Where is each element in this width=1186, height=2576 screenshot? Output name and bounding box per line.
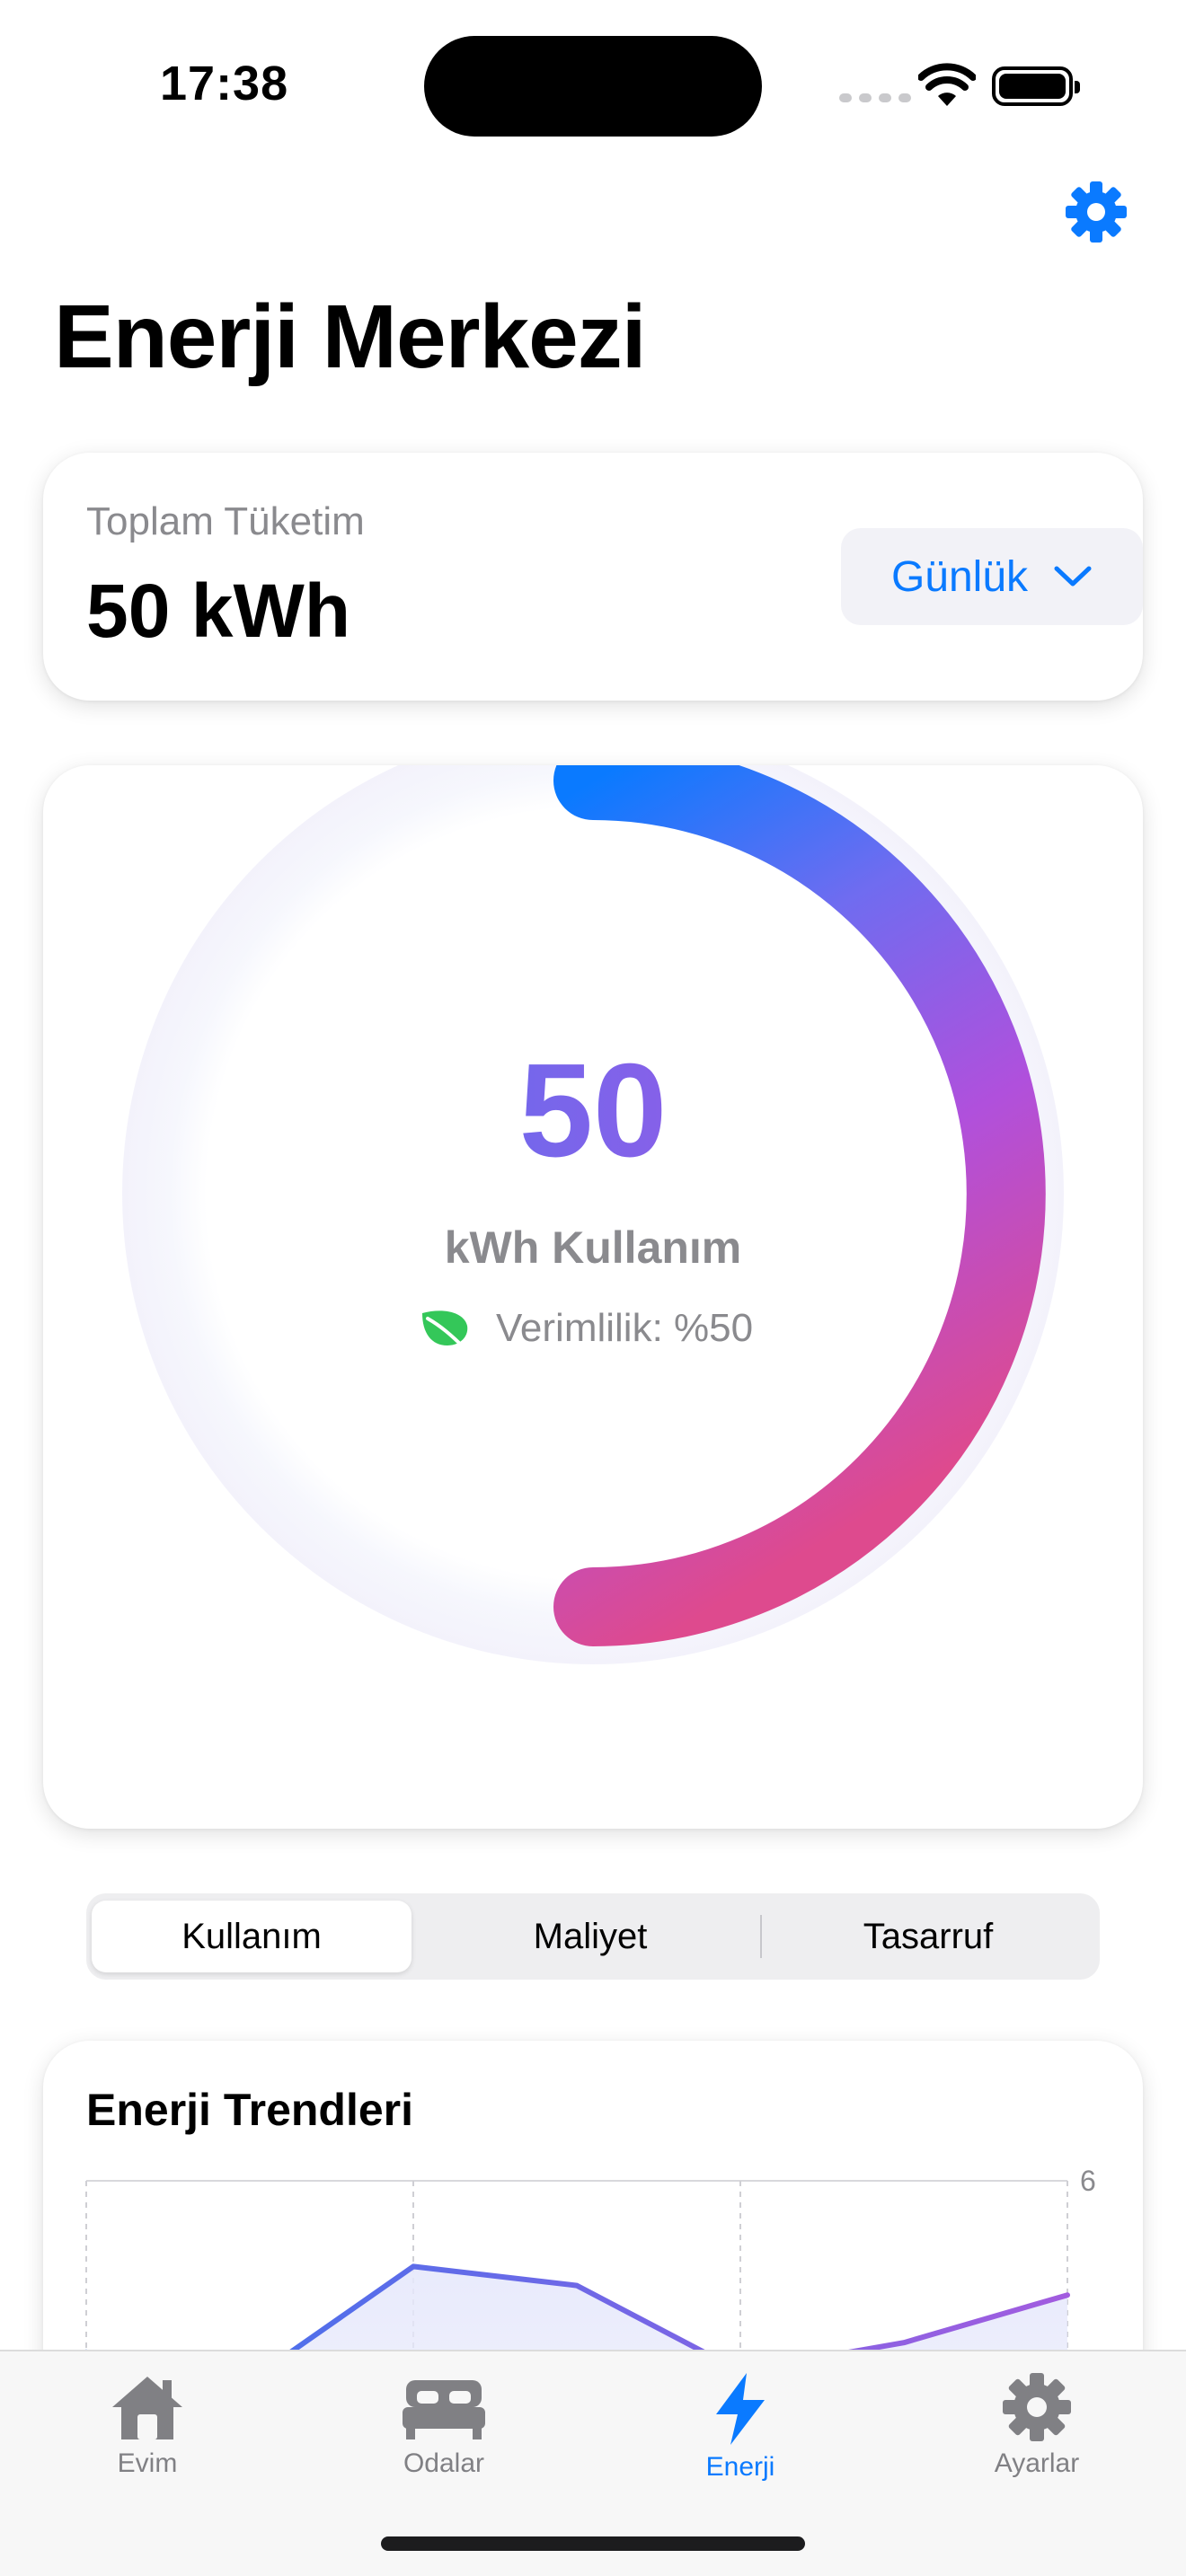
segment-label: Maliyet bbox=[533, 1916, 648, 1956]
dynamic-island bbox=[424, 36, 762, 137]
segment-kullanim[interactable]: Kullanım bbox=[92, 1901, 412, 1972]
gear-icon bbox=[1003, 2373, 1071, 2441]
tab-label: Odalar bbox=[403, 2448, 485, 2478]
usage-gauge bbox=[122, 765, 1064, 1664]
tab-odalar[interactable]: Odalar bbox=[345, 2371, 543, 2479]
tab-evim[interactable]: Evim bbox=[49, 2371, 246, 2479]
gauge-unit-label: kWh Kullanım bbox=[444, 1222, 742, 1273]
house-icon bbox=[112, 2377, 182, 2439]
gauge-value: 50 bbox=[43, 1035, 1143, 1187]
tab-ayarlar[interactable]: Ayarlar bbox=[938, 2371, 1136, 2479]
y-tick-label: 6 bbox=[1080, 2165, 1096, 2197]
total-consumption-card: Toplam Tüketim 50 kWh Günlük bbox=[43, 453, 1143, 701]
bed-icon bbox=[403, 2380, 485, 2439]
total-consumption-value: 50 kWh bbox=[86, 569, 351, 653]
bolt-icon bbox=[716, 2373, 765, 2445]
usage-gauge-card: 50 kWh Kullanım Verimlilik: %50 bbox=[43, 765, 1143, 1829]
tab-label: Ayarlar bbox=[994, 2448, 1080, 2478]
period-picker-button[interactable]: Günlük bbox=[841, 528, 1143, 625]
home-indicator bbox=[381, 2536, 805, 2551]
total-consumption-label: Toplam Tüketim bbox=[86, 499, 365, 543]
tab-label: Evim bbox=[117, 2448, 178, 2478]
energy-screen: 17:38 Enerji Merkezi Toplam Tüketim 50 k… bbox=[0, 0, 1186, 2576]
tab-enerji[interactable]: Enerji bbox=[642, 2371, 839, 2483]
segment-tasarruf[interactable]: Tasarruf bbox=[762, 1893, 1094, 1980]
wifi-icon bbox=[918, 63, 976, 106]
page-title: Enerji Merkezi bbox=[54, 287, 647, 387]
segment-maliyet[interactable]: Maliyet bbox=[424, 1893, 757, 1980]
chevron-down-icon bbox=[1054, 566, 1092, 587]
status-time: 17:38 bbox=[160, 57, 289, 110]
efficiency-label: Verimlilik: %50 bbox=[496, 1306, 754, 1350]
cellular-signal-icon bbox=[839, 93, 911, 102]
gear-icon[interactable] bbox=[1064, 180, 1128, 244]
tab-label: Enerji bbox=[705, 2452, 775, 2482]
metric-segmented-control: Kullanım Maliyet Tasarruf bbox=[86, 1893, 1100, 1980]
period-picker-label: Günlük bbox=[890, 552, 1029, 601]
efficiency-row: Verimlilik: %50 bbox=[419, 1306, 753, 1351]
leaf-icon bbox=[422, 1310, 468, 1351]
segment-label: Tasarruf bbox=[863, 1916, 994, 1956]
segment-label: Kullanım bbox=[181, 1916, 322, 1956]
battery-icon bbox=[992, 66, 1080, 106]
